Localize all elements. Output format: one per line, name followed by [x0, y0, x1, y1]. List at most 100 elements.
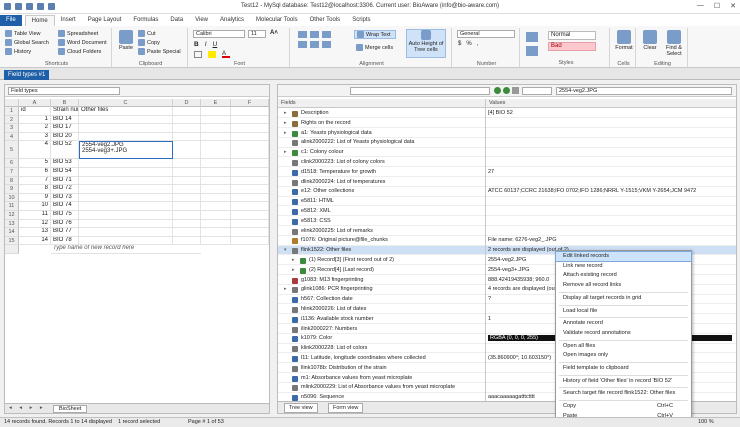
cell[interactable] — [201, 202, 231, 211]
wrap-text-button[interactable]: Wrap Text — [354, 30, 396, 39]
row-header[interactable]: 3 — [5, 124, 19, 133]
table-view-button[interactable]: Table View — [5, 29, 49, 38]
row-header[interactable]: 7 — [5, 168, 19, 177]
align-top-icon[interactable] — [298, 31, 307, 38]
align-center-icon[interactable] — [310, 41, 319, 48]
font-color-icon[interactable]: A — [222, 51, 230, 58]
row-header[interactable]: 12 — [5, 211, 19, 220]
expand-icon[interactable]: ▸ — [292, 257, 297, 263]
menu-item[interactable]: History of field 'Other files' in record… — [556, 377, 691, 386]
new-record-row[interactable]: Type name of new record here — [51, 245, 201, 255]
menu-item[interactable]: Open all files — [556, 342, 691, 351]
border-icon[interactable] — [194, 51, 202, 58]
comma-icon[interactable]: , — [477, 41, 479, 47]
conditional-format-icon[interactable] — [526, 32, 538, 42]
cell[interactable] — [79, 159, 173, 168]
cell-id[interactable]: 7 — [19, 176, 51, 186]
row-header[interactable]: 6 — [5, 159, 19, 168]
paste-button[interactable]: Paste — [117, 30, 135, 51]
cell[interactable] — [173, 185, 201, 194]
row-header[interactable]: 10 — [5, 193, 19, 203]
cell[interactable] — [231, 236, 269, 246]
cloud-folders-button[interactable]: Cloud Folders — [58, 47, 107, 56]
field-row[interactable]: ▸ Rights on the record — [278, 119, 736, 128]
cell[interactable] — [79, 228, 173, 237]
fill-color-icon[interactable] — [208, 51, 216, 58]
row-header[interactable]: 14 — [5, 228, 19, 237]
cell-id[interactable]: 14 — [19, 236, 51, 246]
cell[interactable] — [173, 202, 201, 211]
cell[interactable] — [173, 159, 201, 168]
tab-page-layout[interactable]: Page Layout — [82, 15, 128, 26]
lookup-select[interactable] — [522, 87, 552, 95]
cell-strain[interactable]: BIO 17 — [51, 124, 79, 133]
record-value-input[interactable]: 2554-veg2.JPG — [556, 87, 732, 95]
align-bottom-icon[interactable] — [322, 31, 331, 38]
cell-strain[interactable]: BIO 54 — [51, 168, 79, 177]
menu-item[interactable]: Open images only — [556, 351, 691, 360]
bold-icon[interactable]: B — [194, 41, 199, 48]
cell-strain[interactable]: BIO 73 — [51, 193, 79, 203]
cell-strain[interactable]: BIO 74 — [51, 202, 79, 211]
menu-item[interactable]: Field template to clipboard — [556, 364, 691, 373]
sheet-tab-biosheet[interactable]: BioSheet — [53, 405, 88, 413]
field-row[interactable]: e5811: HTML — [278, 197, 736, 207]
row-header[interactable]: 15 — [5, 236, 19, 246]
cell-strain[interactable]: BIO 76 — [51, 219, 79, 229]
cell[interactable] — [231, 115, 269, 125]
record-navigator[interactable] — [350, 87, 490, 95]
cell-strain[interactable]: BIO 20 — [51, 132, 79, 142]
cell-strain[interactable]: BIO 75 — [51, 211, 79, 220]
column-splitter[interactable] — [485, 99, 486, 401]
cell[interactable] — [173, 211, 201, 220]
menu-item[interactable]: Display all target records in grid — [556, 294, 691, 303]
field-row[interactable]: e5812: XML — [278, 207, 736, 217]
cell[interactable] — [201, 132, 231, 142]
corner-cell[interactable] — [5, 99, 19, 107]
cell[interactable] — [173, 219, 201, 229]
refresh-icon[interactable] — [494, 87, 501, 94]
row-header[interactable]: 4 — [5, 132, 19, 142]
cell-strain[interactable]: BIO 53 — [51, 159, 79, 168]
cell[interactable] — [201, 236, 231, 246]
italic-icon[interactable]: I — [205, 41, 207, 48]
copy-button[interactable]: Copy — [138, 38, 181, 47]
row-header[interactable]: 9 — [5, 185, 19, 194]
word-document-button[interactable]: Word Document — [58, 38, 107, 47]
cell[interactable] — [79, 202, 173, 211]
row-header[interactable]: 8 — [5, 176, 19, 186]
field-value[interactable]: 27 — [488, 169, 732, 175]
menu-item[interactable]: Copy Ctrl+C — [556, 402, 691, 411]
cell[interactable] — [201, 211, 231, 220]
doc-tab-field-types[interactable]: Field types #1 — [4, 70, 50, 80]
minimize-button[interactable]: — — [697, 2, 704, 10]
tab-data[interactable]: Data — [164, 15, 189, 26]
field-value[interactable]: File name: 6276-veg2_.JPG — [488, 237, 732, 243]
collapse-icon[interactable]: ▾ — [284, 247, 289, 253]
cell[interactable] — [231, 176, 269, 186]
field-selector[interactable]: Field types — [8, 87, 120, 95]
cell-id[interactable]: 6 — [19, 168, 51, 177]
cell-id[interactable]: 9 — [19, 193, 51, 203]
expand-icon[interactable]: ▸ — [284, 120, 289, 126]
menu-item[interactable]: Edit linked records — [555, 251, 692, 262]
row-header[interactable]: 5 — [5, 141, 19, 160]
tab-formulas[interactable]: Formulas — [127, 15, 164, 26]
cell[interactable] — [201, 124, 231, 133]
spreadsheet-button[interactable]: Spreadsheet — [58, 29, 107, 38]
row-header[interactable]: 13 — [5, 219, 19, 229]
cell[interactable] — [79, 124, 173, 133]
cell[interactable] — [201, 228, 231, 237]
row-header[interactable]: 11 — [5, 202, 19, 211]
field-row[interactable]: ▸ c1: Colony colour — [278, 148, 736, 158]
cell[interactable] — [201, 141, 231, 160]
menu-item[interactable]: Validate record annotations — [556, 329, 691, 338]
field-value[interactable]: [4] BIO 52 — [488, 110, 732, 116]
currency-icon[interactable]: $ — [458, 41, 461, 47]
cell[interactable] — [79, 219, 173, 229]
cell[interactable] — [231, 107, 269, 116]
fields-column-header[interactable]: Fields — [278, 99, 485, 108]
cell-id[interactable]: 5 — [19, 159, 51, 168]
menu-item[interactable]: Remove all record links — [556, 281, 691, 290]
sync-icon[interactable] — [503, 87, 510, 94]
